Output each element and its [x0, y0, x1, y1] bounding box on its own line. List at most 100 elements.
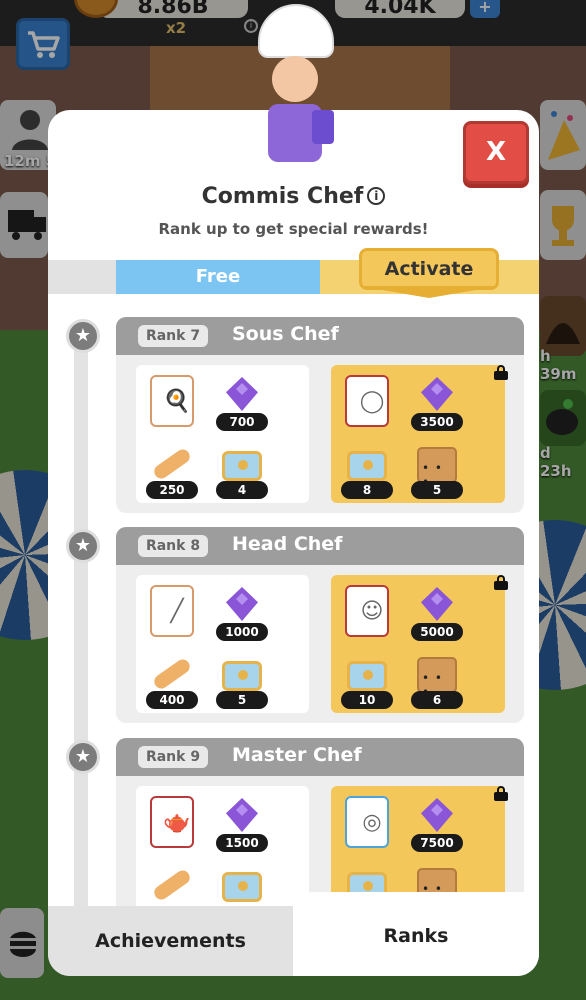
lock-icon: [494, 575, 508, 590]
chest-icon: [222, 872, 262, 902]
rank-header: Rank 9 Master Chef: [116, 738, 524, 776]
reward-quantity: 5000: [411, 623, 463, 641]
item-frame: 🫖: [150, 796, 194, 848]
chest-icon: [222, 661, 262, 691]
rolling-pin-icon: ╱: [170, 599, 184, 624]
reward-quantity: 10: [341, 691, 393, 709]
chef-mascot: [250, 4, 340, 174]
premium-rewards: ☺ 5000 10 6: [331, 575, 505, 713]
lock-icon: [494, 786, 508, 801]
rank-card: Rank 7 Sous Chef 🍳 700 250 4 ◯ 3500 85: [116, 317, 524, 513]
rank-badge: Rank 9: [138, 746, 208, 768]
chest-icon: [347, 451, 387, 481]
chest-reward[interactable]: 10: [339, 653, 395, 709]
rank-title-text: Commis Chef: [201, 184, 364, 209]
gem-reward[interactable]: 7500: [409, 796, 465, 852]
lock-icon: [494, 365, 508, 380]
gem-icon: [226, 798, 258, 832]
rolling-pin-reward[interactable]: ╱: [144, 585, 200, 641]
bone-icon: [151, 656, 193, 692]
item-frame: 🍳: [150, 375, 194, 427]
necklace-icon: ◯: [359, 389, 385, 414]
frying-pan-icon: 🍳: [163, 389, 191, 414]
frying-pan-reward[interactable]: 🍳: [144, 375, 200, 431]
free-rewards: 🍳 700 250 4: [136, 365, 309, 503]
chest-icon: [222, 451, 262, 481]
chef-figure-icon: ☺: [360, 599, 384, 624]
rank-star-icon: ★: [66, 529, 100, 563]
reward-quantity: 4: [216, 481, 268, 499]
reward-quantity: 5: [216, 691, 268, 709]
reward-quantity: 7500: [411, 834, 463, 852]
rank-name: Head Chef: [232, 533, 343, 555]
gravy-boat-reward[interactable]: 🫖: [144, 796, 200, 852]
bone-reward[interactable]: 400: [144, 653, 200, 709]
gem-reward[interactable]: 5000: [409, 585, 465, 641]
chest-reward[interactable]: 5: [214, 653, 270, 709]
reward-quantity: 5: [411, 481, 463, 499]
crate-reward[interactable]: 6: [409, 653, 465, 709]
modal-subtitle: Rank up to get special rewards!: [158, 220, 429, 238]
progress-track: [74, 325, 88, 925]
info-icon[interactable]: i: [367, 187, 386, 205]
gem-reward[interactable]: 1000: [214, 585, 270, 641]
gem-icon: [226, 377, 258, 411]
item-frame: ☺: [345, 585, 389, 637]
burger-necklace-icon: ◎: [362, 810, 382, 835]
item-frame: ╱: [150, 585, 194, 637]
gem-icon: [421, 587, 453, 621]
reward-quantity: 1500: [216, 834, 268, 852]
rank-star-icon: ★: [66, 319, 100, 353]
activate-button[interactable]: Activate: [359, 248, 499, 290]
bone-reward[interactable]: 250: [144, 443, 200, 499]
reward-quantity: 1000: [216, 623, 268, 641]
chest-reward[interactable]: 4: [214, 443, 270, 499]
rank-badge: Rank 8: [138, 535, 208, 557]
rank-list[interactable]: ★Rank 7Sous Chef🍳7002504◯350085★Rank 8He…: [48, 305, 539, 934]
chef-figure-reward[interactable]: ☺: [339, 585, 395, 641]
chef-cup: [312, 110, 334, 144]
tab-achievements[interactable]: Achievements: [48, 906, 293, 976]
reward-quantity: 6: [411, 691, 463, 709]
modal-title: Commis Chef i: [48, 184, 539, 209]
item-frame: ◎: [345, 796, 389, 848]
gem-icon: [226, 587, 258, 621]
chef-face: [272, 56, 318, 102]
gem-reward[interactable]: 1500: [214, 796, 270, 852]
rank-header: Rank 7 Sous Chef: [116, 317, 524, 355]
rank-card: Rank 8 Head Chef ╱ 1000 400 5 ☺ 5000 10 6: [116, 527, 524, 723]
free-track-label: Free: [116, 260, 320, 294]
reward-quantity: 400: [146, 691, 198, 709]
gem-icon: [421, 377, 453, 411]
premium-rewards: ◯ 3500 85: [331, 365, 505, 503]
rank-modal: Commis Chef i Rank up to get special rewa…: [48, 110, 539, 976]
chest-icon: [347, 661, 387, 691]
gem-icon: [421, 798, 453, 832]
chef-hat: [258, 4, 334, 58]
crate-icon: [417, 447, 457, 489]
rank-badge: Rank 7: [138, 325, 208, 347]
reward-quantity: 250: [146, 481, 198, 499]
rank-name: Sous Chef: [232, 323, 339, 345]
crate-reward[interactable]: 5: [409, 443, 465, 499]
close-button[interactable]: X: [463, 121, 529, 184]
tab-ranks[interactable]: Ranks: [293, 892, 539, 976]
item-frame: ◯: [345, 375, 389, 427]
reward-quantity: 3500: [411, 413, 463, 431]
rank-header: Rank 8 Head Chef: [116, 527, 524, 565]
gem-reward[interactable]: 700: [214, 375, 270, 431]
free-rewards: ╱ 1000 400 5: [136, 575, 309, 713]
rank-name: Master Chef: [232, 744, 362, 766]
gravy-boat-icon: 🫖: [163, 810, 191, 835]
crate-icon: [417, 657, 457, 699]
bone-icon: [151, 446, 193, 482]
rank-star-icon: ★: [66, 740, 100, 774]
free-rewards: 🫖 1500: [136, 786, 309, 924]
necklace-reward[interactable]: ◯: [339, 375, 395, 431]
burger-necklace-reward[interactable]: ◎: [339, 796, 395, 852]
reward-quantity: 700: [216, 413, 268, 431]
chest-reward[interactable]: 8: [339, 443, 395, 499]
reward-quantity: 8: [341, 481, 393, 499]
bone-icon: [151, 867, 193, 903]
gem-reward[interactable]: 3500: [409, 375, 465, 431]
